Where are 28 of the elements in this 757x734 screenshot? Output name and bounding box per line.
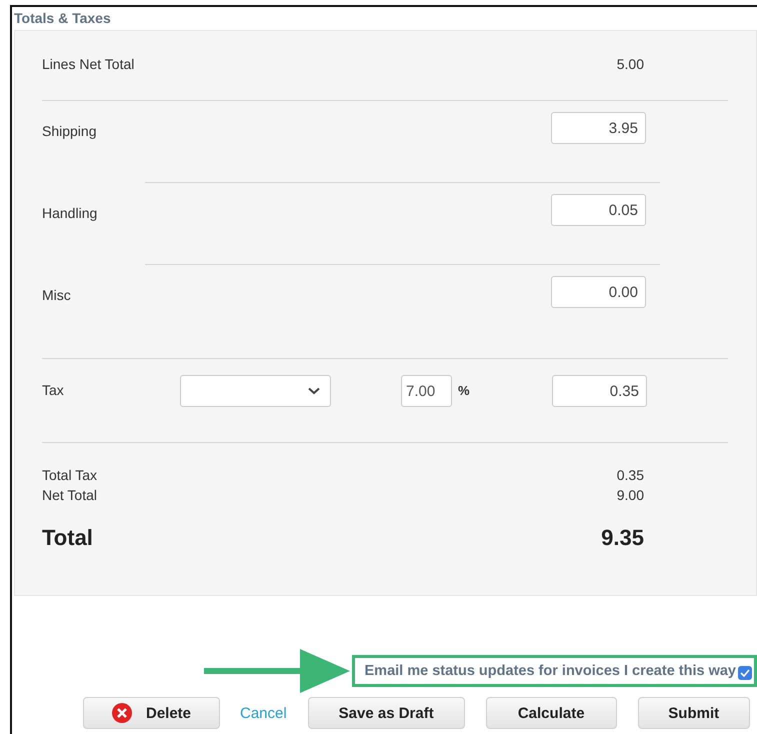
row-label: Lines Net Total (42, 56, 136, 72)
chevron-down-icon (308, 387, 320, 395)
section-title: Totals & Taxes (13, 9, 112, 27)
check-icon (740, 669, 750, 677)
tax-rate-field[interactable]: 7.00 (401, 375, 452, 407)
action-button[interactable]: Save as Draft (308, 697, 465, 729)
amount-field[interactable]: 3.95 (551, 112, 646, 144)
amount-text: 0.35 (616, 467, 644, 483)
close-icon (112, 703, 132, 723)
amount-text: 9.00 (616, 487, 644, 503)
amount-field[interactable]: 0.00 (551, 276, 646, 308)
delete-button[interactable]: Delete (83, 697, 220, 729)
row-label: Total (42, 525, 94, 551)
row-label: Misc (42, 287, 72, 303)
action-button[interactable]: Calculate (486, 697, 617, 729)
action-button[interactable]: Submit (638, 697, 750, 729)
row-label: Shipping (42, 123, 98, 139)
row-label: Tax (42, 382, 65, 398)
row-label: Net Total (42, 487, 98, 503)
row-label: Total Tax (42, 467, 98, 483)
tax-amount-field[interactable]: 0.35 (552, 375, 647, 407)
amount-text: 5.00 (616, 56, 644, 72)
checkbox[interactable] (738, 666, 752, 680)
email-option-label: Email me status updates for invoices I create this way (364, 663, 736, 679)
amount-field[interactable]: 0.05 (551, 194, 646, 226)
amount-text: 9.35 (600, 525, 644, 551)
percent-text: % (458, 383, 470, 398)
row-label: Handling (42, 205, 98, 221)
